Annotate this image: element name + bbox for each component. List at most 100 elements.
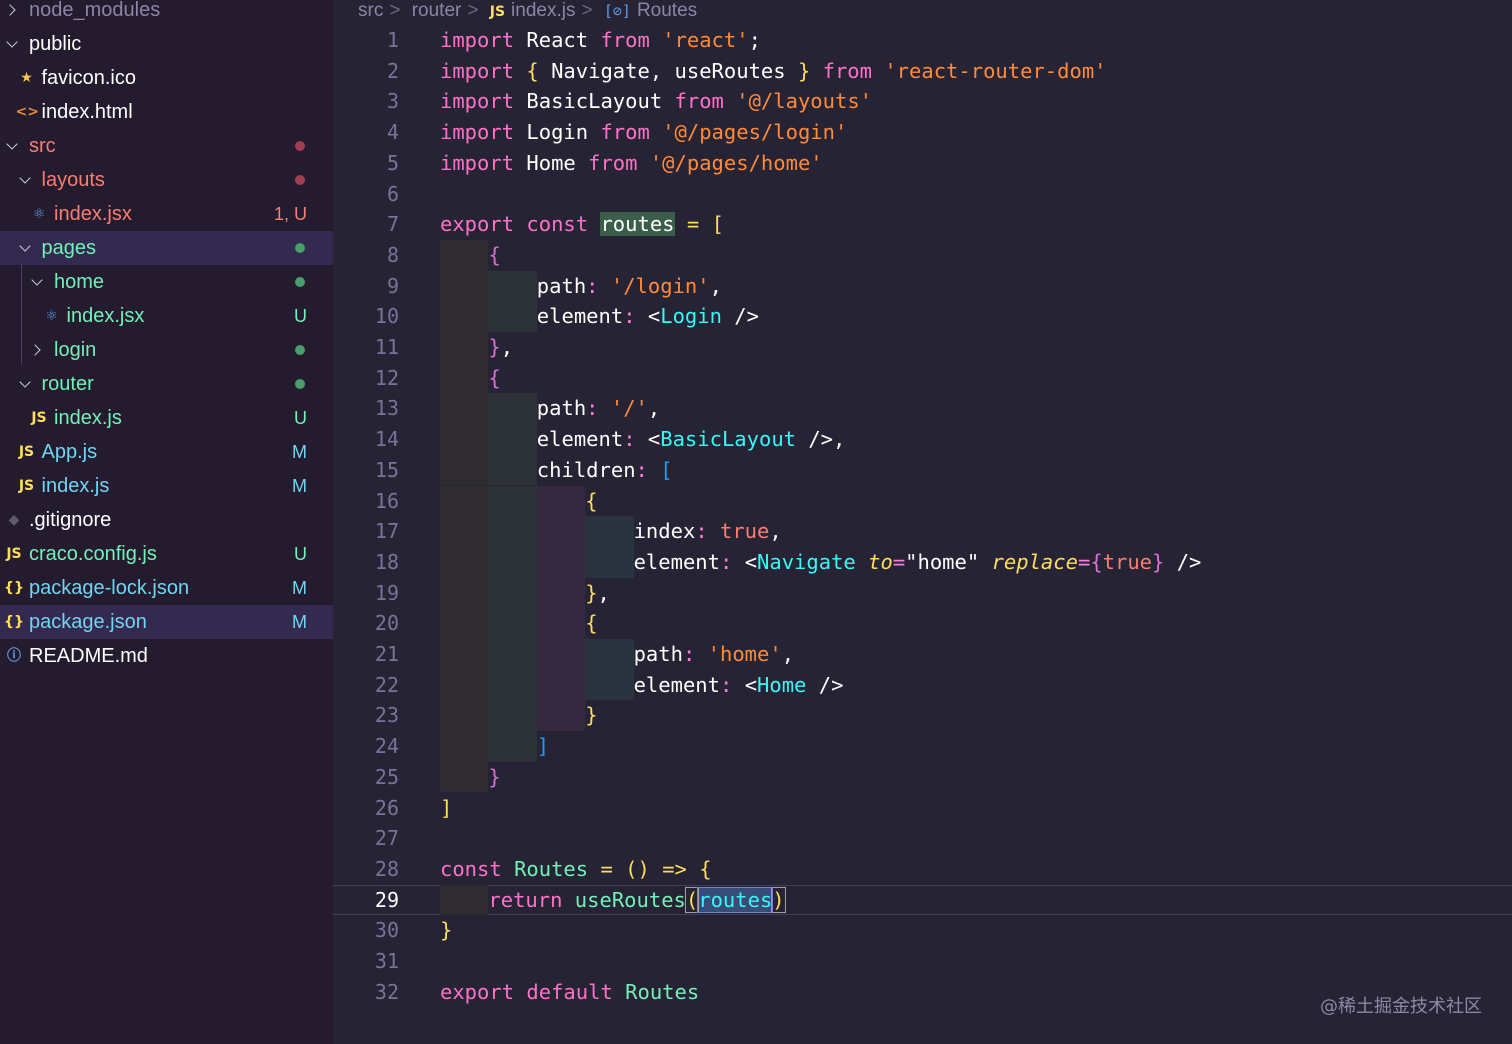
folder-item[interactable]: login [0,333,333,367]
chevron-down-icon[interactable] [30,265,46,299]
folder-item[interactable]: node_modules [0,0,333,27]
git-status-badge: M [292,442,307,462]
code-text: path: 'home', [634,639,794,670]
file-item[interactable]: JS index.js U [0,401,333,435]
file-item[interactable]: JS index.js M [0,469,333,503]
git-status-dot [295,141,305,151]
code-line[interactable]: 28 const Routes = () => { [333,854,1512,885]
indent-rainbow [440,546,489,578]
code-line[interactable]: 8{ [333,239,1512,271]
code-line[interactable]: 17 index: true, [333,516,1512,547]
code-line[interactable]: 7 export const routes = [ [333,209,1512,240]
code-text: }, [585,578,610,609]
folder-item[interactable]: pages [0,231,333,265]
code-line[interactable]: 19}, [333,577,1512,609]
code-text: return useRoutes(routes) [488,885,786,916]
chevron-right-icon[interactable] [30,333,46,367]
chevron-down-icon[interactable] [18,231,34,265]
code-token: Login [514,120,601,145]
file-item[interactable]: <> index.html [0,95,333,129]
code-token: : [623,427,636,452]
star-icon: ★ [20,70,33,86]
code-line[interactable]: 1 import React from 'react'; [333,25,1512,56]
indent-rainbow [440,884,489,916]
code-line[interactable]: 16 { [333,485,1512,517]
file-item[interactable]: ★ favicon.ico [0,61,333,95]
code-line[interactable]: 29 return useRoutes(routes) [333,884,1512,916]
indent-rainbow [440,669,489,701]
code-token: useRoutes [574,887,686,912]
code-line[interactable]: 13 path: '/', [333,393,1512,425]
code-line[interactable]: 9 path: '/login', [333,270,1512,302]
code-token: index [633,519,696,544]
code-line[interactable]: 5 import Home from '@/pages/home' [333,148,1512,179]
folder-item[interactable]: src [0,129,333,163]
folder-item[interactable]: public [0,27,333,61]
breadcrumb-src[interactable]: src [358,0,383,21]
code-token: { [585,611,598,636]
code-line[interactable]: 27 [333,823,1512,854]
code-line[interactable]: 3 import BasicLayout from '@/layouts' [333,86,1512,117]
indent-rainbow [488,485,537,517]
code-line[interactable]: 30} [333,915,1512,946]
chevron-down-icon[interactable] [5,27,21,61]
line-number: 14 [374,427,399,452]
code-line[interactable]: 26] [333,793,1512,824]
code-line[interactable]: 18 element: <Navigate to="home" replace={… [333,546,1512,578]
chevron-right-icon[interactable] [5,0,21,27]
file-item[interactable]: ⚛ index.jsx U [0,299,333,333]
code-line[interactable]: 4 import Login from '@/pages/login' [333,117,1512,148]
code-line[interactable]: 21 path: 'home', [333,639,1512,670]
file-item[interactable]: ⓘ README.md [0,639,333,673]
code-line[interactable]: 15 children: [ [333,454,1512,486]
code-token: element [536,427,624,452]
code-line[interactable]: 6 [333,179,1512,210]
file-item[interactable]: ◆ .gitignore [0,503,333,537]
code-line[interactable]: 10 element: <Login /> [333,301,1512,332]
folder-item[interactable]: home [0,265,333,299]
indent-rainbow [488,454,537,486]
file-item[interactable]: ⚛ index.jsx 1, U [0,197,333,231]
indent-rainbow [440,270,489,302]
code-line[interactable]: 12 { [333,362,1512,394]
code-token: () [625,856,650,881]
code-token: import [440,150,515,175]
breadcrumb-router[interactable]: router [412,0,462,21]
code-line[interactable]: 25} [333,761,1512,793]
code-token: const [440,856,502,881]
code-line[interactable]: 31 [333,946,1512,977]
file-item[interactable]: {} package.json M [0,605,333,639]
chevron-down-icon[interactable] [18,163,34,197]
code-line[interactable]: 2 import { Navigate, useRoutes } from 're… [333,56,1512,87]
code-editor[interactable]: src > router > JS index.js > [⊘] Routes 1 impo… [333,0,1512,1044]
tree-item-label: public [29,33,82,55]
code-token: />, [796,427,846,452]
code-line[interactable]: 14 element: <BasicLayout />, [333,424,1512,455]
code-line[interactable]: 20 { [333,608,1512,639]
code-line[interactable]: 23} [333,700,1512,732]
code-line[interactable]: 11}, [333,332,1512,363]
chevron-down-icon[interactable] [18,367,34,401]
file-item[interactable]: {} package-lock.json M [0,571,333,605]
code-line[interactable]: 24] [333,731,1512,762]
tree-item-label: src [29,135,56,157]
indent-rainbow [440,454,489,486]
breadcrumb-file[interactable]: index.js [511,0,575,21]
folder-item[interactable]: router [0,367,333,401]
indent-rainbow [488,731,537,762]
code-line[interactable]: 22 element: <Home /> [333,669,1512,701]
code-text: element: <Login /> [537,301,759,332]
folder-item[interactable]: layouts [0,163,333,197]
chevron-down-icon[interactable] [5,129,21,163]
code-text: } [585,700,597,731]
code-text: element: <Home /> [634,670,844,701]
file-item[interactable]: JS craco.config.js U [0,537,333,571]
file-item[interactable]: JS App.js M [0,435,333,469]
indent-guide [21,263,22,365]
breadcrumb-symbol[interactable]: Routes [637,0,697,21]
